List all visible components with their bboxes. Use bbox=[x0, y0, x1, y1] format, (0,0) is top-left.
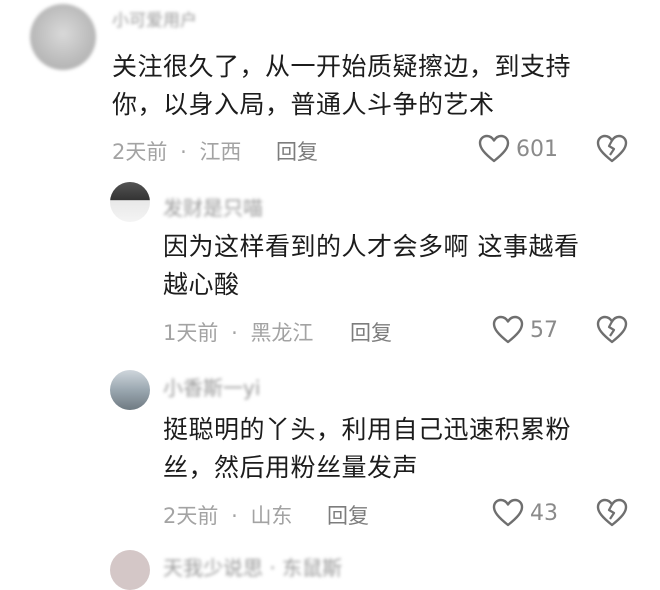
separator: · bbox=[180, 140, 187, 164]
avatar[interactable] bbox=[110, 550, 150, 590]
separator: · bbox=[231, 504, 238, 528]
username[interactable]: 天我少说思 · 东鼠斯 bbox=[163, 552, 342, 581]
like-count: 57 bbox=[530, 317, 558, 343]
comment-text: 关注很久了，从一开始质疑擦边，到支持 你，以身入局，普通人斗争的艺术 bbox=[112, 52, 572, 119]
timestamp: 2天前 bbox=[112, 140, 168, 164]
like-button[interactable]: 43 bbox=[492, 498, 558, 528]
separator: · bbox=[231, 321, 238, 345]
comment-meta: 2天前 · 江西 bbox=[112, 136, 241, 166]
reply-button[interactable]: 回复 bbox=[276, 136, 318, 166]
avatar[interactable] bbox=[30, 4, 96, 70]
username[interactable]: 小可爱用户 bbox=[112, 6, 197, 31]
heart-outline-icon bbox=[492, 498, 524, 527]
location: 江西 bbox=[199, 140, 242, 164]
like-button[interactable]: 57 bbox=[492, 315, 558, 345]
comment-text: 挺聪明的丫头，利用自己迅速积累粉 丝，然后用粉丝量发声 bbox=[163, 415, 572, 482]
broken-heart-icon bbox=[596, 315, 628, 344]
dislike-button[interactable] bbox=[596, 498, 628, 532]
timestamp: 2天前 bbox=[163, 504, 219, 528]
like-count: 601 bbox=[516, 136, 558, 162]
location: 黑龙江 bbox=[250, 321, 314, 345]
like-count: 43 bbox=[530, 500, 558, 526]
broken-heart-icon bbox=[596, 498, 628, 527]
username[interactable]: 发财是只喵 bbox=[163, 192, 263, 221]
dislike-button[interactable] bbox=[596, 134, 628, 168]
heart-outline-icon bbox=[478, 134, 510, 163]
timestamp: 1天前 bbox=[163, 321, 219, 345]
broken-heart-icon bbox=[596, 134, 628, 163]
comment-meta: 1天前 · 黑龙江 bbox=[163, 317, 313, 347]
avatar[interactable] bbox=[110, 182, 150, 222]
comment-meta: 2天前 · 山东 bbox=[163, 500, 292, 530]
comment-text: 因为这样看到的人才会多啊 这事越看 越心酸 bbox=[163, 232, 580, 299]
like-button[interactable]: 601 bbox=[478, 134, 558, 164]
avatar[interactable] bbox=[110, 370, 150, 410]
heart-outline-icon bbox=[492, 315, 524, 344]
location: 山东 bbox=[250, 504, 293, 528]
reply-button[interactable]: 回复 bbox=[327, 500, 369, 530]
username[interactable]: 小香斯一yi bbox=[163, 372, 260, 401]
reply-button[interactable]: 回复 bbox=[350, 317, 392, 347]
dislike-button[interactable] bbox=[596, 315, 628, 349]
